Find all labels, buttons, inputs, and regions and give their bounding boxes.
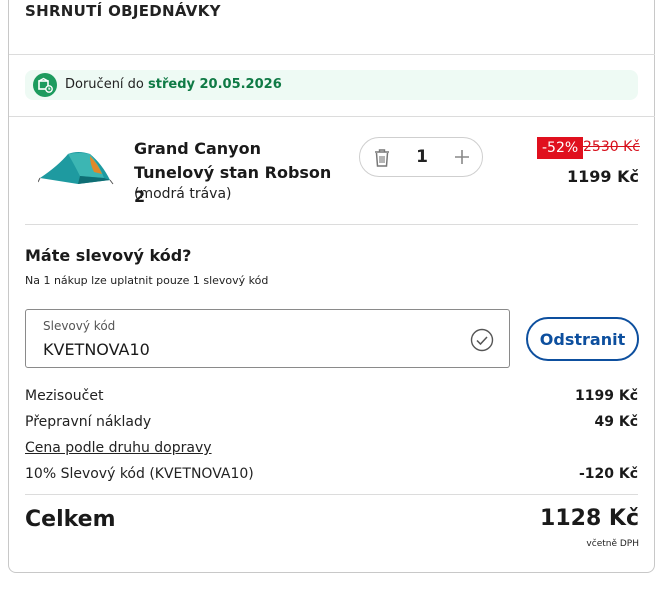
summary-title: SHRNUTÍ OBJEDNÁVKY xyxy=(25,2,221,20)
total-label: Celkem xyxy=(25,507,116,532)
delivery-date: středy 20.05.2026 xyxy=(148,77,282,92)
shipping-label: Přepravní náklady xyxy=(25,414,152,430)
discount-badge: -52% xyxy=(537,137,584,159)
shipping-row: Přepravní náklady 49 Kč xyxy=(25,414,638,434)
delivery-banner: Doručení do středy 20.05.2026 xyxy=(25,70,638,100)
plus-icon[interactable] xyxy=(454,149,470,165)
divider xyxy=(9,116,655,117)
subtotal-label: Mezisoučet xyxy=(25,388,104,404)
coupon-field-label: Slevový kód xyxy=(43,319,116,333)
delivery-box-icon xyxy=(33,73,57,97)
coupon-note: Na 1 nákup lze uplatnit pouze 1 slevový … xyxy=(25,274,269,287)
shipping-value: 49 Kč xyxy=(594,414,638,430)
total-value: 1128 Kč xyxy=(540,506,639,531)
product-price: 1199 Kč xyxy=(567,167,639,186)
discount-row: 10% Slevový kód (KVETNOVA10) -120 Kč xyxy=(25,466,638,486)
subtotal-row: Mezisoučet 1199 Kč xyxy=(25,388,638,408)
product-variant: (modrá tráva) xyxy=(134,186,232,202)
vat-note: včetně DPH xyxy=(586,539,639,549)
delivery-text: Doručení do středy 20.05.2026 xyxy=(65,77,282,92)
product-image[interactable] xyxy=(38,144,114,186)
divider xyxy=(25,494,638,495)
subtotal-value: 1199 Kč xyxy=(575,388,638,404)
old-price: 2530 Kč xyxy=(583,139,640,155)
remove-coupon-button[interactable]: Odstranit xyxy=(526,317,639,361)
coupon-question: Máte slevový kód? xyxy=(25,246,192,265)
discount-value: -120 Kč xyxy=(578,466,638,482)
divider xyxy=(9,54,655,55)
discount-label: 10% Slevový kód (KVETNOVA10) xyxy=(25,466,254,482)
quantity-stepper[interactable]: 1 xyxy=(359,137,483,177)
check-circle-icon xyxy=(470,328,494,352)
divider xyxy=(25,224,638,225)
shipping-price-link[interactable]: Cena podle druhu dopravy xyxy=(25,440,212,456)
delivery-prefix: Doručení do xyxy=(65,77,149,92)
coupon-input[interactable]: Slevový kód KVETNOVA10 xyxy=(25,309,510,368)
shipping-link-row: Cena podle druhu dopravy xyxy=(25,440,638,460)
coupon-field-value[interactable]: KVETNOVA10 xyxy=(43,340,150,359)
